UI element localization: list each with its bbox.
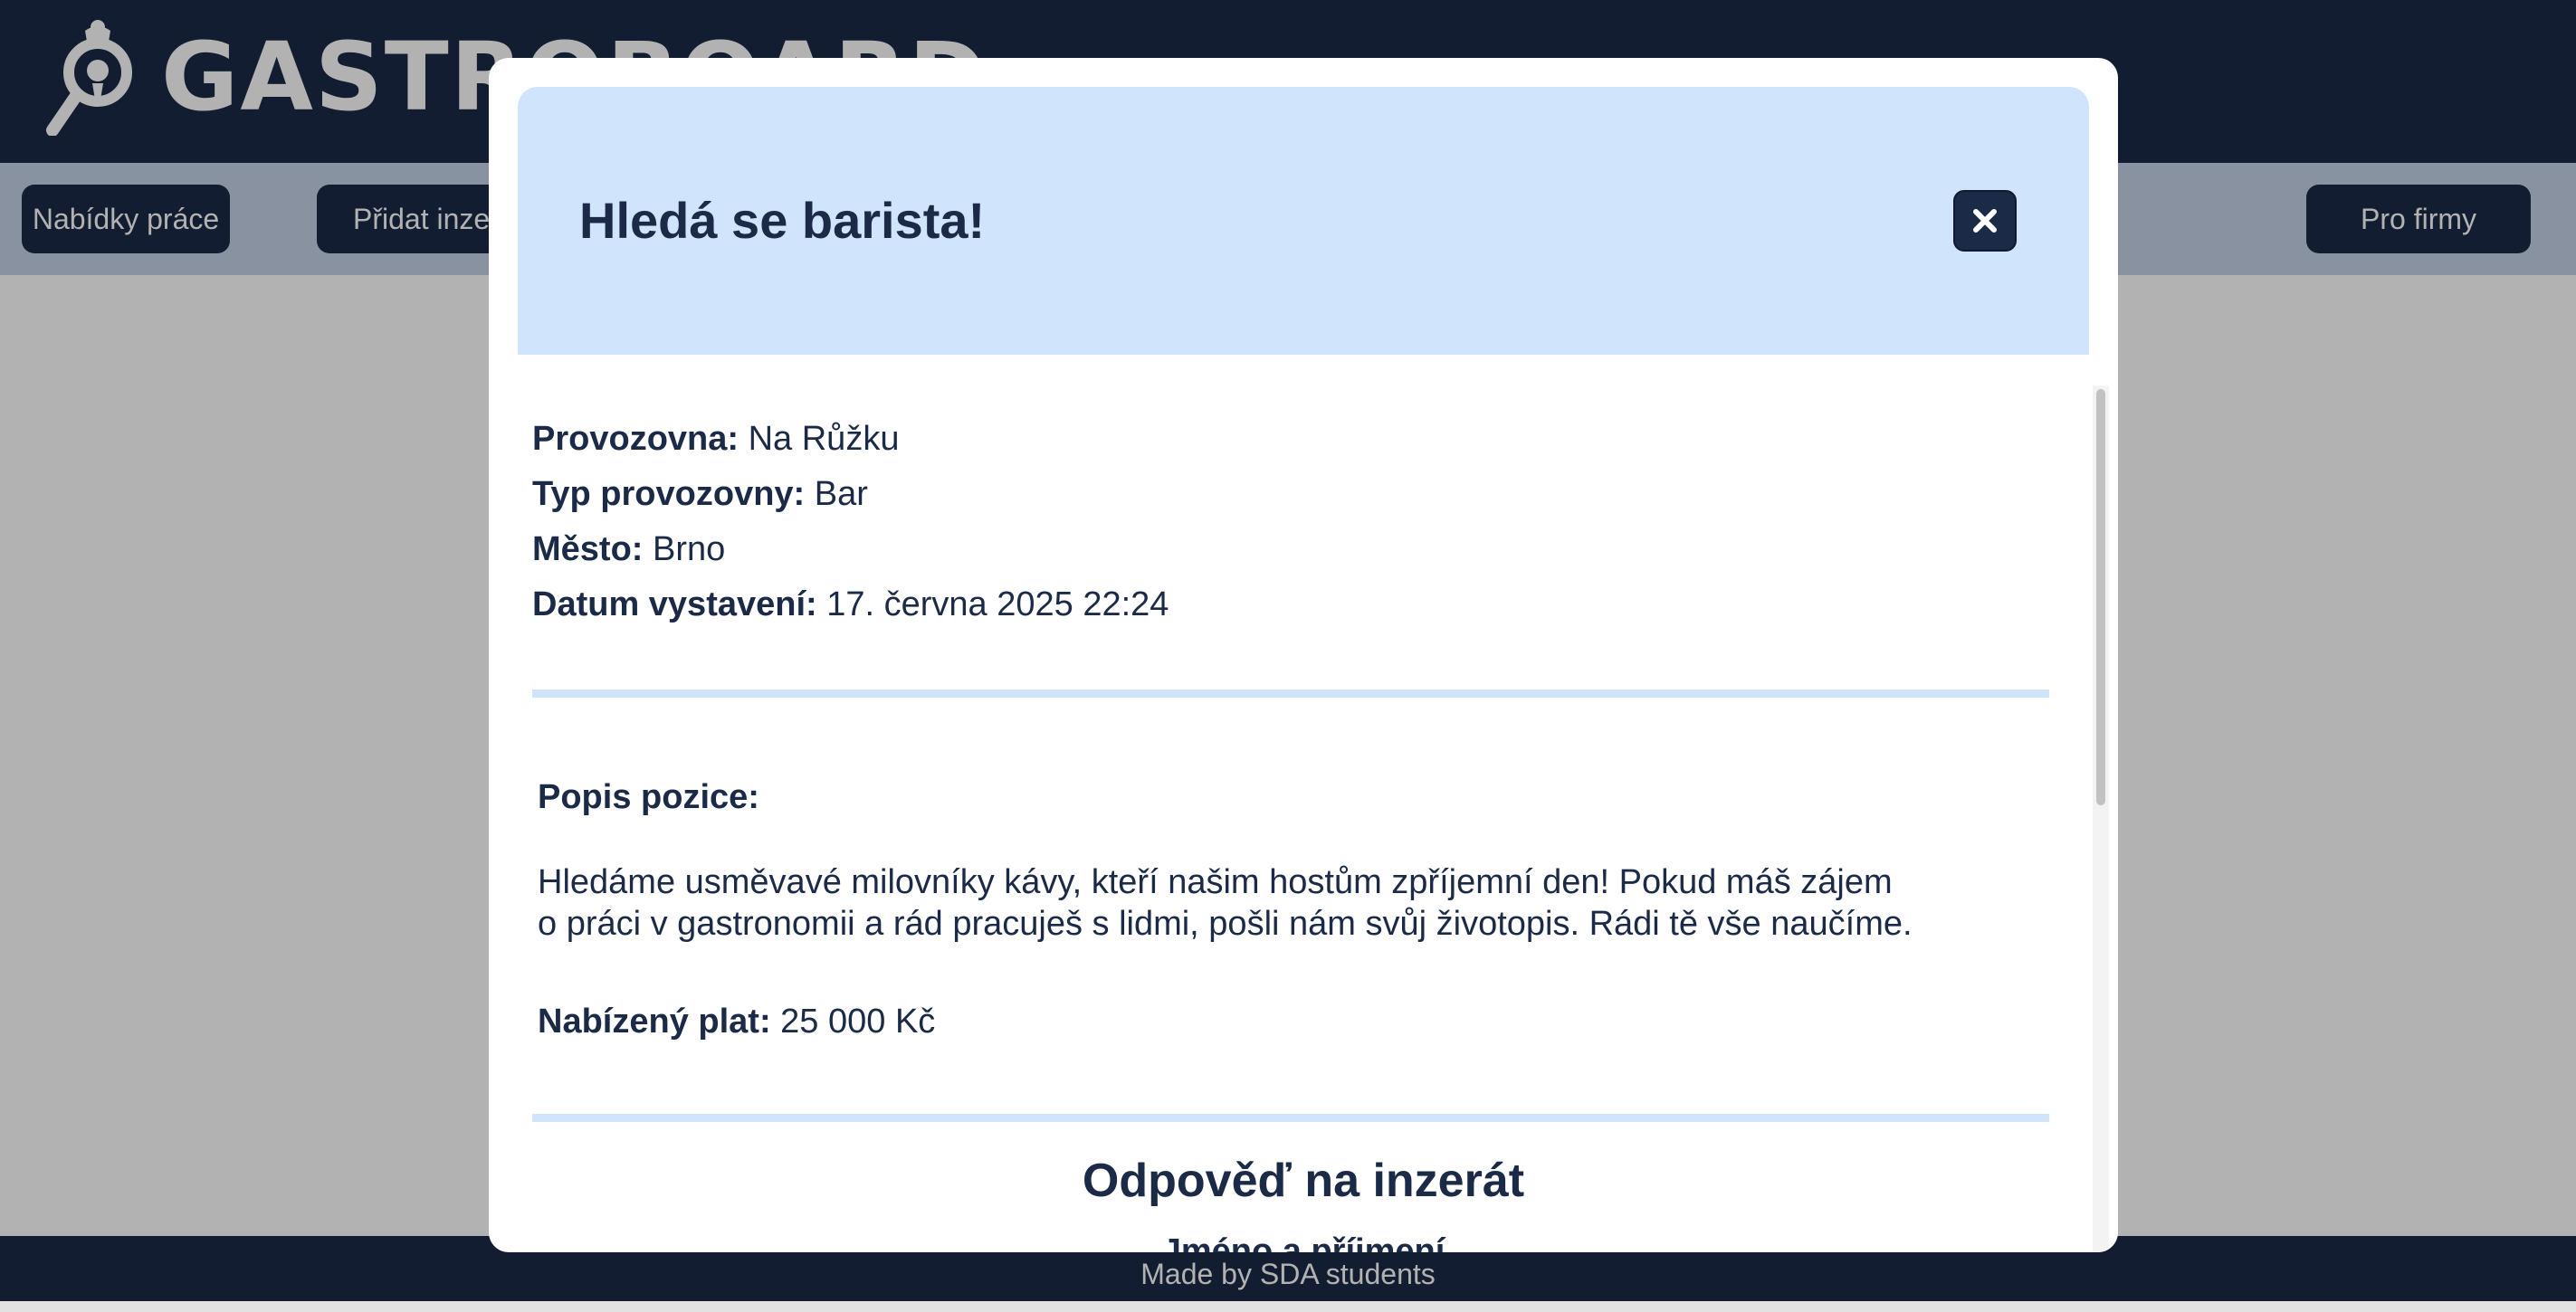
reply-form-label: Jméno a příjmení — [1161, 1232, 1445, 1252]
salary: Nabízený plat: 25 000 Kč — [538, 999, 935, 1044]
detail-label: Město: — [532, 530, 644, 568]
detail-value: Bar — [814, 475, 868, 513]
job-detail-modal: Hledá se barista! Provozovna: Na Růžku T… — [489, 58, 2118, 1252]
scrollbar-thumb[interactable] — [2096, 389, 2105, 805]
detail-value: Na Růžku — [748, 420, 900, 458]
detail-city: Město: Brno — [532, 527, 725, 572]
close-icon — [1973, 209, 1997, 233]
description-line: o práci v gastronomii a rád pracuješ s l… — [538, 905, 1913, 943]
modal-header: Hledá se barista! — [518, 87, 2089, 355]
modal-title: Hledá se barista! — [579, 192, 986, 249]
modal-body: Provozovna: Na Růžku Typ provozovny: Bar… — [518, 355, 2089, 1252]
detail-value: 17. června 2025 22:24 — [826, 585, 1169, 623]
salary-value: 25 000 Kč — [780, 1003, 936, 1041]
description-line: Hledáme usměvavé milovníky kávy, kteří n… — [538, 863, 1893, 901]
job-description: Hledáme usměvavé milovníky kávy, kteří n… — [538, 861, 1986, 945]
detail-venue-type: Typ provozovny: Bar — [532, 471, 868, 517]
section-divider — [532, 689, 2049, 698]
modal-scrollbar[interactable] — [2093, 385, 2109, 1252]
detail-value: Brno — [653, 530, 726, 568]
salary-label: Nabízený plat: — [538, 1003, 771, 1041]
description-heading: Popis pozice: — [538, 778, 759, 816]
detail-label: Provozovna: — [532, 420, 739, 458]
section-divider — [532, 1114, 2049, 1122]
reply-heading: Odpověď na inzerát — [1082, 1155, 1525, 1207]
detail-posted-date: Datum vystavení: 17. června 2025 22:24 — [532, 582, 1169, 627]
detail-label: Typ provozovny: — [532, 475, 806, 513]
detail-label: Datum vystavení: — [532, 585, 817, 623]
detail-venue: Provozovna: Na Růžku — [532, 416, 899, 461]
close-button[interactable] — [1953, 190, 2017, 252]
